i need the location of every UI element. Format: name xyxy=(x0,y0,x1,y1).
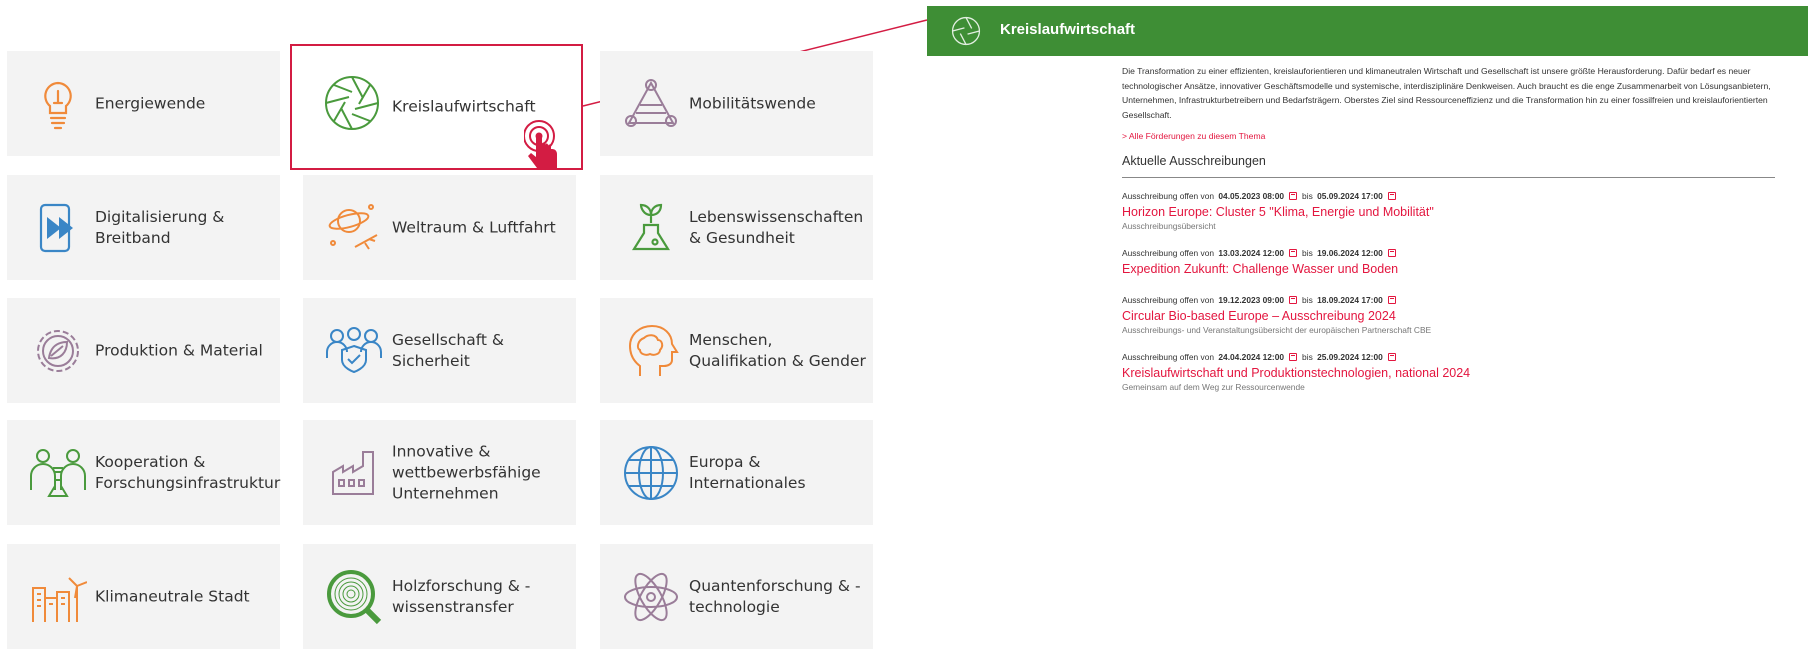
section-title: Aktuelle Ausschreibungen xyxy=(1122,154,1775,179)
call-entry: Ausschreibung offen von 13.03.2024 12:00… xyxy=(1122,247,1777,277)
tile-klimaneutrale-stadt[interactable]: Klimaneutrale Stadt xyxy=(7,544,280,649)
calendar-icon[interactable] xyxy=(1289,296,1298,305)
head-brain-icon xyxy=(628,324,679,376)
call-meta: Ausschreibung offen von 19.12.2023 09:00… xyxy=(1122,294,1777,306)
tile-energiewende[interactable]: Energiewende xyxy=(7,51,280,156)
call-subtitle: Gemeinsam auf dem Weg zur Ressourcenwend… xyxy=(1122,382,1305,393)
calendar-icon[interactable] xyxy=(1387,192,1396,201)
tile-kreislaufwirtschaft[interactable]: Kreislaufwirtschaft xyxy=(293,47,580,168)
calendar-icon[interactable] xyxy=(1387,296,1396,305)
tablet-fast-forward-icon xyxy=(39,203,73,253)
globe-icon xyxy=(624,446,678,500)
call-subtitle: Ausschreibungs- und Veranstaltungsübersi… xyxy=(1122,325,1432,336)
panel-header: Kreislaufwirtschaft xyxy=(927,6,1808,56)
call-title-link[interactable]: Kreislaufwirtschaft und Produktionstechn… xyxy=(1122,365,1777,381)
tile-quantenforschung[interactable]: Quantenforschung & - technologie xyxy=(600,544,873,649)
calendar-icon[interactable] xyxy=(1289,249,1298,258)
calendar-icon[interactable] xyxy=(1289,192,1298,201)
tile-europa[interactable]: Europa & Internationales xyxy=(600,420,873,525)
pointer-cursor-icon xyxy=(524,120,557,168)
calendar-icon[interactable] xyxy=(1387,353,1396,362)
wood-magnifier-icon xyxy=(327,570,382,625)
gear-leaf-icon xyxy=(37,330,79,372)
panel-title: Kreislaufwirtschaft xyxy=(1000,21,1136,38)
call-title-link[interactable]: Circular Bio-based Europe – Ausschreibun… xyxy=(1122,308,1777,324)
call-entry: Ausschreibung offen von 04.05.2023 08:00… xyxy=(1122,190,1777,231)
tile-menschen[interactable]: Menschen, Qualifikation & Gender xyxy=(600,298,873,403)
people-shield-icon xyxy=(326,327,382,374)
tile-weltraum[interactable]: Weltraum & Luftfahrt xyxy=(303,175,576,280)
calendar-icon[interactable] xyxy=(1387,249,1396,258)
tile-kooperation[interactable]: Kooperation & Forschungsinfrastruktur xyxy=(7,420,280,525)
tile-holzforschung[interactable]: Holzforschung & - wissenstransfer xyxy=(303,544,576,649)
circular-aperture-icon xyxy=(951,16,981,46)
tile-mobilitaetswende[interactable]: Mobilitätswende xyxy=(600,51,873,156)
call-meta: Ausschreibung offen von 13.03.2024 12:00… xyxy=(1122,247,1777,259)
all-funding-link[interactable]: > Alle Förderungen zu diesem Thema xyxy=(1122,131,1777,141)
tile-lebenswissenschaften[interactable]: Lebenswissenschaften & Gesundheit xyxy=(600,175,873,280)
city-windturbine-icon xyxy=(32,577,87,622)
tile-gesellschaft[interactable]: Gesellschaft & Sicherheit xyxy=(303,298,576,403)
call-entry: Ausschreibung offen von 24.04.2024 12:00… xyxy=(1122,351,1777,392)
atom-icon xyxy=(624,572,678,622)
calendar-icon[interactable] xyxy=(1289,353,1298,362)
tile-innovative-unternehmen[interactable]: Innovative & wettbewerbsfähige Unternehm… xyxy=(303,420,576,525)
call-subtitle: Ausschreibungsübersicht xyxy=(1122,221,1216,232)
tile-produktion[interactable]: Produktion & Material xyxy=(7,298,280,403)
planet-airplane-icon xyxy=(328,204,378,250)
mobility-network-icon xyxy=(625,79,677,127)
call-title-link[interactable]: Expedition Zukunft: Challenge Wasser und… xyxy=(1122,261,1777,277)
call-meta: Ausschreibung offen von 04.05.2023 08:00… xyxy=(1122,190,1777,202)
panel-content: Die Transformation zu einer effizienten,… xyxy=(1122,64,1777,392)
collaboration-lab-icon xyxy=(30,449,86,497)
panel-description: Die Transformation zu einer effizienten,… xyxy=(1122,66,1771,120)
call-title-link[interactable]: Horizon Europe: Cluster 5 "Klima, Energi… xyxy=(1122,204,1777,220)
call-entry: Ausschreibung offen von 19.12.2023 09:00… xyxy=(1122,294,1777,335)
factory-icon xyxy=(332,451,374,495)
tile-digitalisierung[interactable]: Digitalisierung & Breitband xyxy=(7,175,280,280)
call-meta: Ausschreibung offen von 24.04.2024 12:00… xyxy=(1122,351,1777,363)
circular-aperture-icon xyxy=(325,76,379,130)
flask-plant-icon xyxy=(632,203,670,251)
lightbulb-icon xyxy=(44,81,72,130)
